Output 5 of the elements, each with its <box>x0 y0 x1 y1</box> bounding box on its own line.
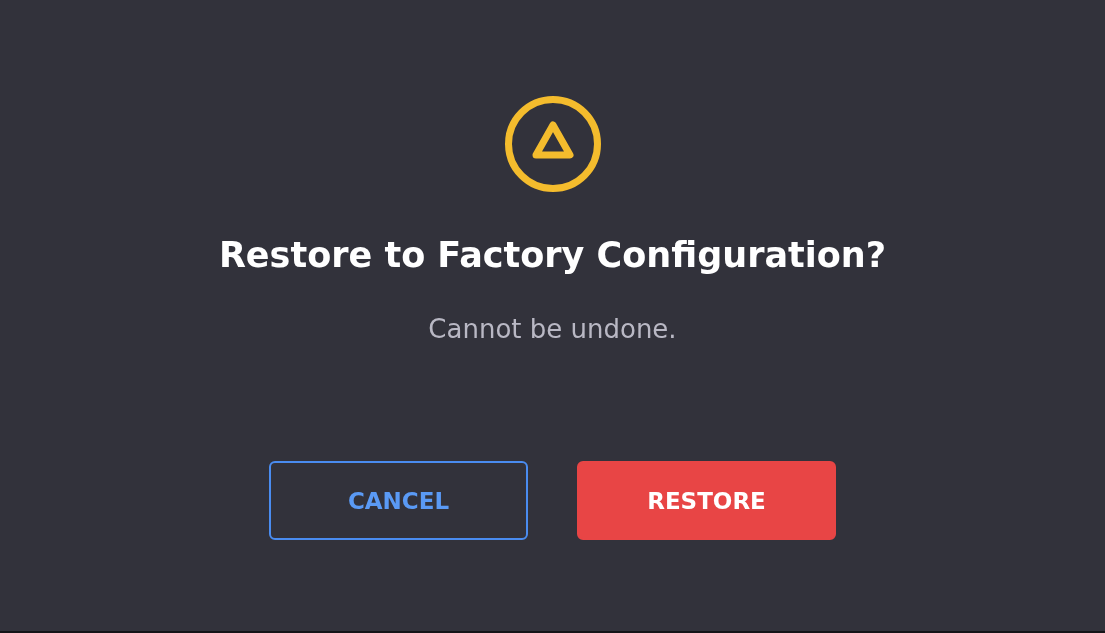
dialog-message: Cannot be undone. <box>428 313 677 345</box>
dialog-title: Restore to Factory Configuration? <box>218 234 887 277</box>
warning-icon <box>504 96 601 192</box>
cancel-button[interactable]: CANCEL <box>269 461 528 540</box>
restore-button[interactable]: RESTORE <box>577 461 836 540</box>
